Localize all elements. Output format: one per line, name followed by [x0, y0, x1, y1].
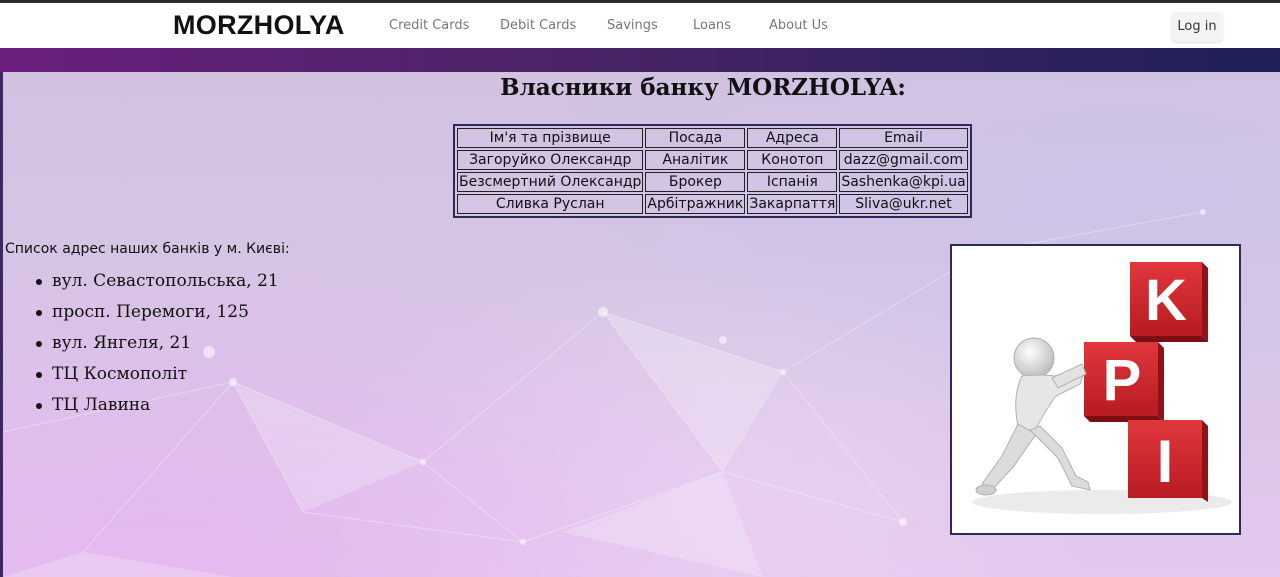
- kpi-figure-icon: K P I: [972, 262, 1232, 514]
- table-cell: Конотоп: [747, 150, 838, 170]
- table-cell: Брокер: [645, 172, 746, 192]
- table-cell: Sliva@ukr.net: [839, 194, 968, 214]
- header-band: [0, 48, 1280, 72]
- table-header-cell: Email: [839, 128, 968, 148]
- nav-link-credit-cards[interactable]: Credit Cards: [389, 18, 469, 33]
- table-cell: Іспанія: [747, 172, 838, 192]
- cube-k: K: [1130, 262, 1208, 342]
- addresses-list: вул. Севастопольська, 21 просп. Перемоги…: [36, 271, 279, 426]
- svg-text:I: I: [1157, 428, 1174, 495]
- nav-link-debit-cards[interactable]: Debit Cards: [500, 18, 576, 33]
- table-cell: Закарпаття: [747, 194, 838, 214]
- table-row: Загоруйко Олександр Аналітик Конотоп daz…: [457, 150, 968, 170]
- page-heading: Власники банку MORZHOLYA:: [500, 74, 906, 101]
- table-cell: Безсмертний Олександр: [457, 172, 644, 192]
- list-item: вул. Янгеля, 21: [36, 333, 279, 364]
- main-content: Власники банку MORZHOLYA: Ім'я та прізви…: [0, 72, 1280, 577]
- table-cell: Аналітик: [645, 150, 746, 170]
- nav-link-loans[interactable]: Loans: [693, 18, 731, 33]
- table-header-cell: Адреса: [747, 128, 838, 148]
- svg-text:P: P: [1103, 348, 1142, 413]
- login-button[interactable]: Log in: [1171, 12, 1223, 42]
- cube-i: I: [1128, 420, 1208, 502]
- cube-p: P: [1084, 342, 1164, 422]
- nav-link-savings[interactable]: Savings: [607, 18, 658, 33]
- brand-logo[interactable]: MORZHOLYA: [173, 10, 345, 41]
- list-item: вул. Севастопольська, 21: [36, 271, 279, 302]
- table-header-cell: Ім'я та прізвище: [457, 128, 644, 148]
- table-cell: Sashenka@kpi.ua: [839, 172, 968, 192]
- nav-link-about-us[interactable]: About Us: [769, 18, 828, 33]
- table-cell: dazz@gmail.com: [839, 150, 968, 170]
- table-cell: Арбітражник: [645, 194, 746, 214]
- table-row: Безсмертний Олександр Брокер Іспанія Sas…: [457, 172, 968, 192]
- addresses-title: Список адрес наших банків у м. Києві:: [5, 241, 290, 257]
- svg-text:K: K: [1145, 268, 1187, 333]
- list-item: ТЦ Космополіт: [36, 364, 279, 395]
- list-item: ТЦ Лавина: [36, 395, 279, 426]
- kpi-image: K P I: [950, 244, 1241, 535]
- table-cell: Сливка Руслан: [457, 194, 644, 214]
- table-cell: Загоруйко Олександр: [457, 150, 644, 170]
- table-header-cell: Посада: [645, 128, 746, 148]
- table-header-row: Ім'я та прізвище Посада Адреса Email: [457, 128, 968, 148]
- person-figure: [975, 337, 1091, 496]
- owners-table: Ім'я та прізвище Посада Адреса Email Заг…: [453, 124, 972, 218]
- table-row: Сливка Руслан Арбітражник Закарпаття Sli…: [457, 194, 968, 214]
- navbar: MORZHOLYA Credit Cards Debit Cards Savin…: [0, 3, 1280, 48]
- list-item: просп. Перемоги, 125: [36, 302, 279, 333]
